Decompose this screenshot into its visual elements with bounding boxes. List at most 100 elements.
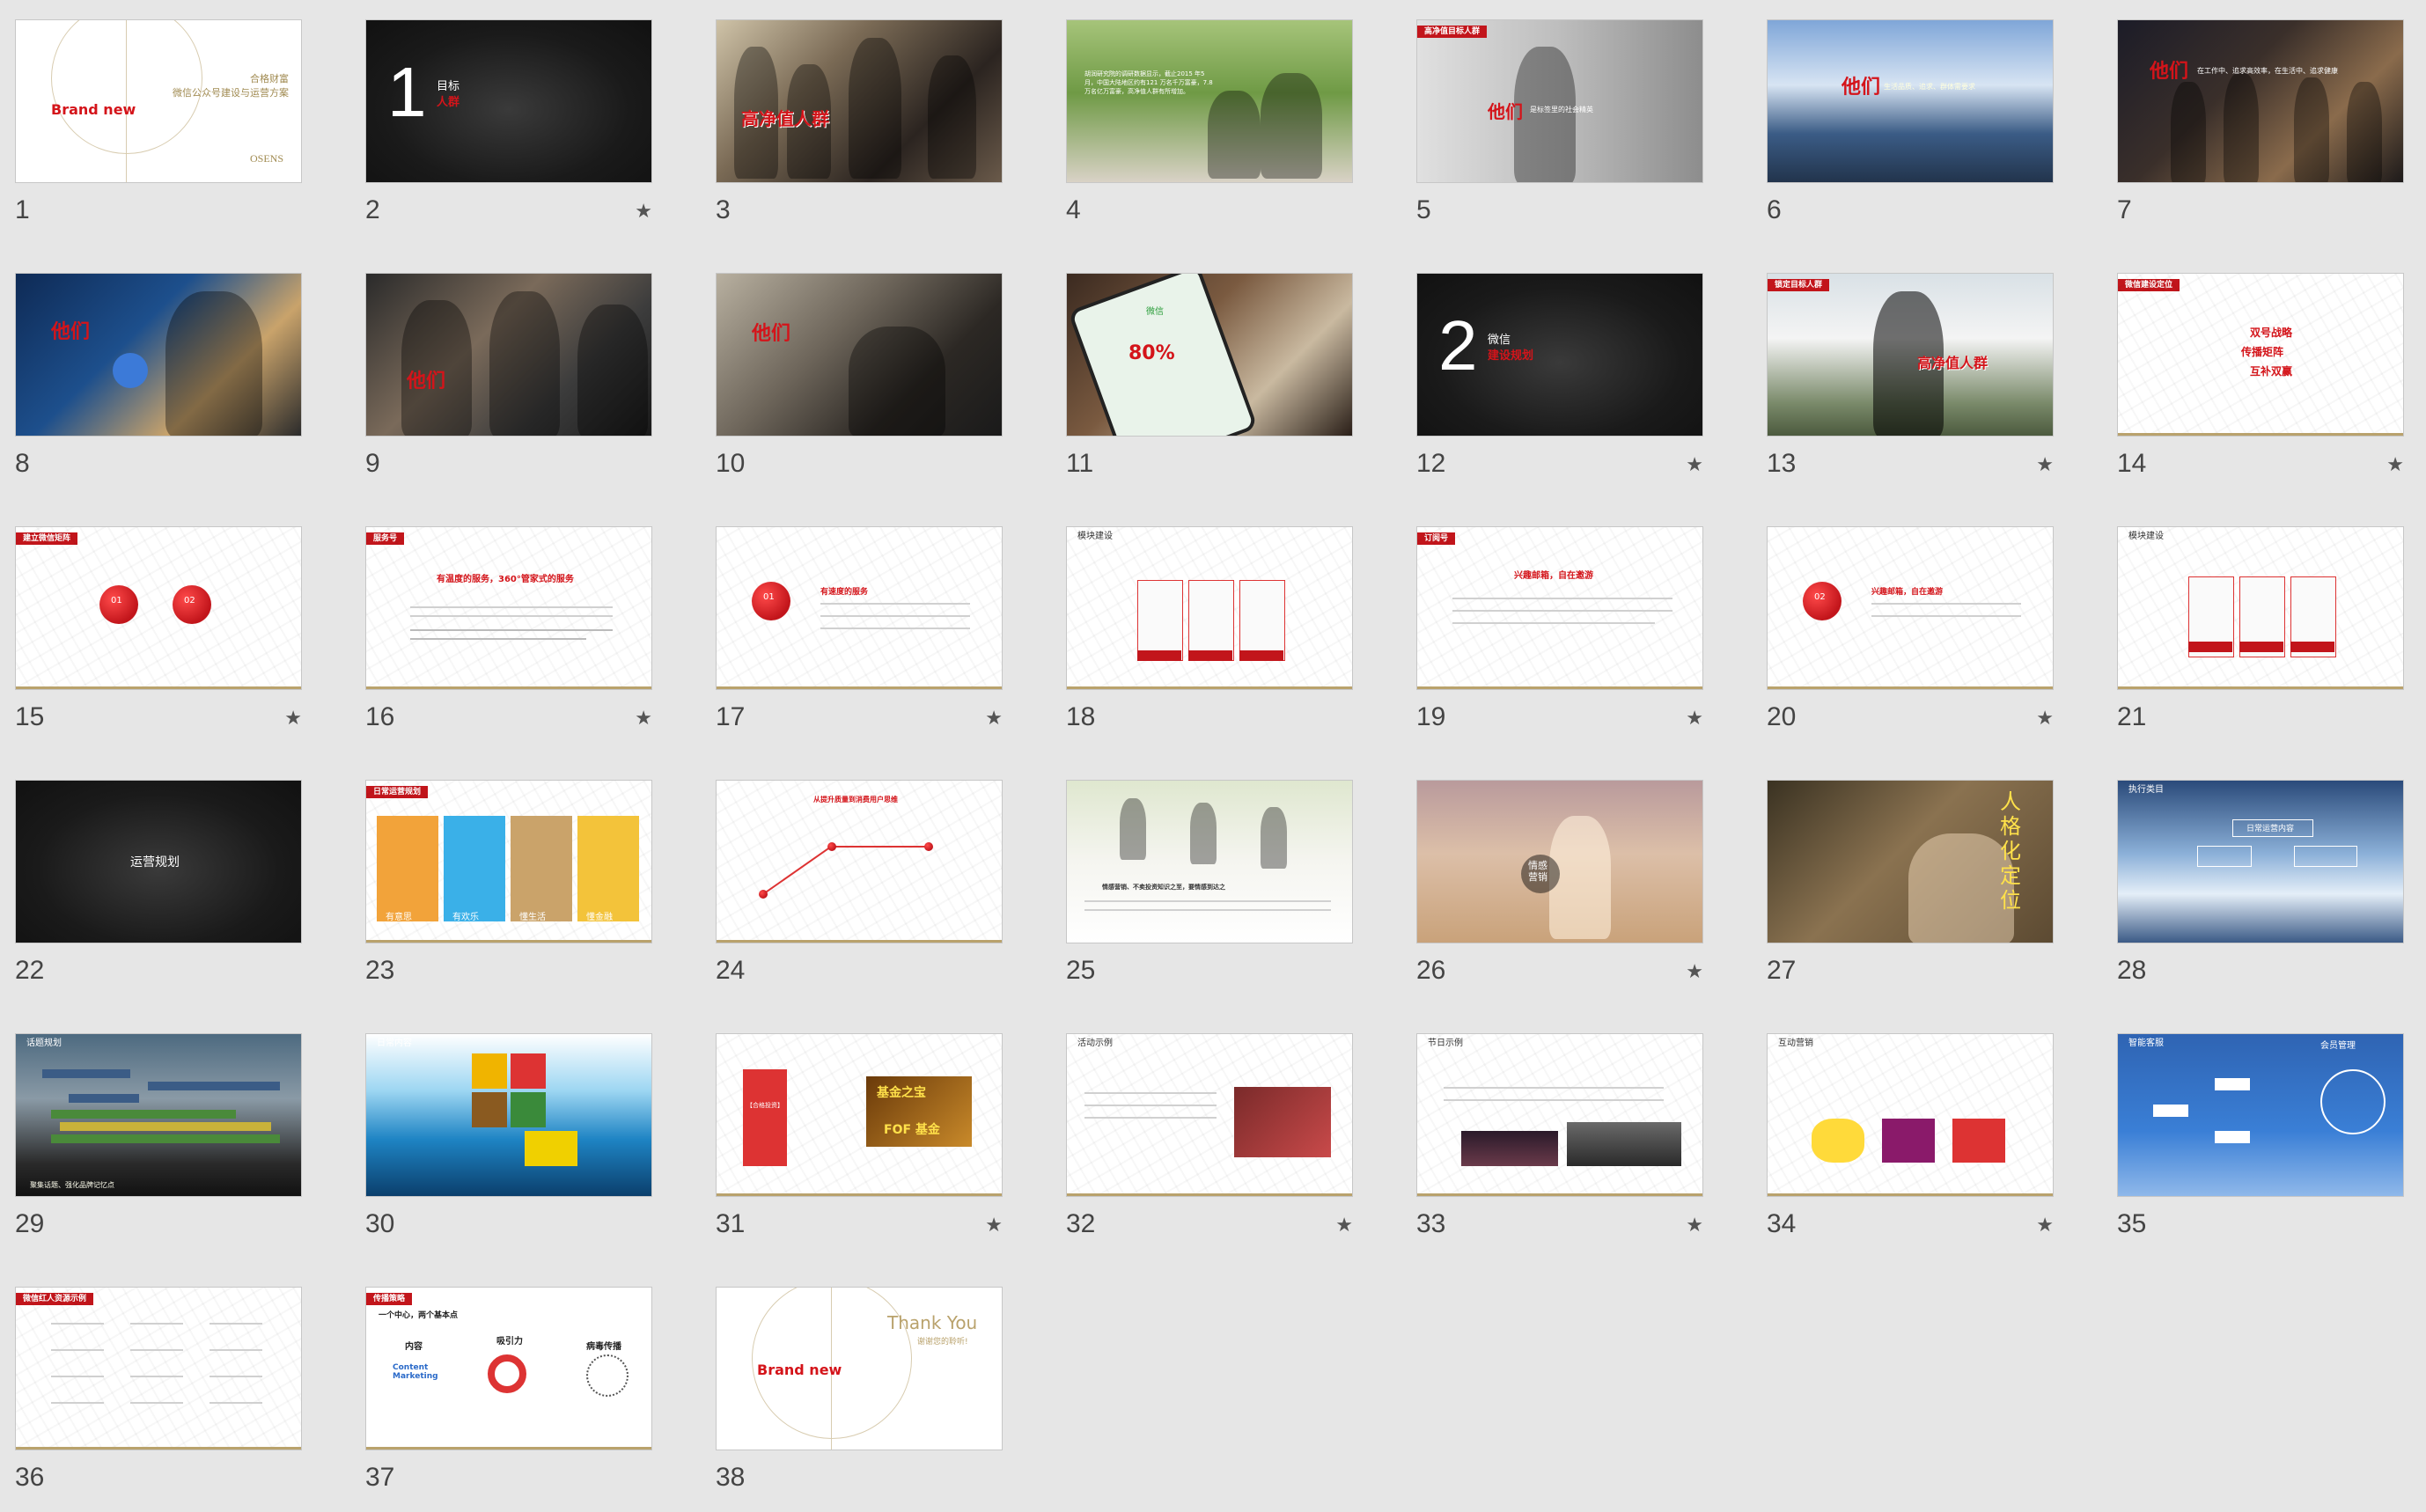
slide-thumbnail-image[interactable]: 建立微信矩阵0102 (15, 526, 302, 690)
slide-thumbnail-item[interactable]: 02 兴趣邮箱，自在邀游 20 ★ (1767, 526, 2054, 746)
slide-thumbnail-image[interactable]: 02 兴趣邮箱，自在邀游 (1767, 526, 2054, 690)
slide-thumbnail-item[interactable]: 2 微信 建设规划 12 ★ (1416, 273, 1703, 493)
slide-thumbnail-image[interactable]: 他们 (15, 273, 302, 437)
slide-thumbnail-item[interactable]: 人格化定位 27 (1767, 780, 2054, 1000)
slide-thumbnail-image[interactable]: 互动营销 (1767, 1033, 2054, 1197)
slide-thumbnail-image[interactable]: 执行类目 日常运营内容 (2117, 780, 2404, 943)
module-button (1188, 650, 1232, 661)
slide-thumbnail-image[interactable]: 内容示例【合格投资】基金之宝FOF 基金 (716, 1033, 1003, 1197)
slide-thumbnail-image[interactable]: 他们 生活品质、追求、群体需要求 (1767, 19, 2054, 183)
slide-thumbnail-item[interactable]: 互动营销 34 ★ (1767, 1033, 2054, 1253)
slide-thumbnail-image[interactable]: 模块建设 (1066, 526, 1353, 690)
slide-thumbnail-item[interactable]: 建立微信矩阵010215★ (15, 526, 302, 746)
footer-bar (366, 1447, 651, 1450)
slide-thumbnail-image[interactable]: 从提升质量到消费用户思维 (716, 780, 1003, 943)
slide-thumbnail-image[interactable]: 高净值人群 (716, 19, 1003, 183)
slide-thumbnail-image[interactable]: 高净值目标人群 他们 是标签里的社会精英 (1416, 19, 1703, 183)
slide-thumbnail-image[interactable]: 胡润研究院的调研数据显示，截止2015 年5月，中国大陆地区约有121 万名千万… (1066, 19, 1353, 183)
slide-thumbnail-image[interactable]: 运营规划 (15, 780, 302, 943)
slide-thumbnail-item[interactable]: 微信 80% 11 (1066, 273, 1353, 493)
slide-thumbnail-item[interactable]: 模块建设 18 (1066, 526, 1353, 746)
slide-thumbnail-image[interactable]: Brand new Thank You 谢谢您的聆听! (716, 1287, 1003, 1450)
slide-number: 11 (1066, 449, 1094, 478)
text-line (51, 1376, 104, 1377)
slide-thumbnail-image[interactable]: 他们 (365, 273, 652, 437)
gold-title: FOF 基金 (884, 1123, 940, 1137)
tree-node (2153, 1105, 2188, 1117)
slide-thumbnail-item[interactable]: 模块建设 21 (2117, 526, 2404, 746)
slide-thumbnail-image[interactable]: Brand new 合格财富 微信公众号建设与运营方案 OSENS (15, 19, 302, 183)
slide-thumbnail-image[interactable]: 微信建设定位双号战略传播矩阵互补双赢 (2117, 273, 2404, 437)
slide-thumbnail-image[interactable]: 2 微信 建设规划 (1416, 273, 1703, 437)
slide-thumbnail-item[interactable]: 1 目标 人群 2 ★ (365, 19, 652, 239)
slide-thumbnail-image[interactable]: 话题规划 聚集话题、强化品牌记忆点 (15, 1033, 302, 1197)
slide-thumbnail-item[interactable]: 他们 9 (365, 273, 652, 493)
slide-thumbnail-item[interactable]: 从提升质量到消费用户思维 24 (716, 780, 1003, 1000)
slide-headline: 从提升质量到消费用户思维 (813, 796, 898, 804)
slide-thumbnail-item[interactable]: 情感营销 26 ★ (1416, 780, 1703, 1000)
slide-thumbnail-item[interactable]: 锁定目标人群 高净值人群 13 ★ (1767, 273, 2054, 493)
slide-thumbnail-item[interactable]: 活动示例 32 ★ (1066, 1033, 1353, 1253)
slide-thumbnail-image[interactable]: 日常运营规划有意思有欢乐懂生活懂金融 (365, 780, 652, 943)
slide-thumbnail-image[interactable]: 他们 在工作中、追求高效率，在生活中、追求健康 (2117, 19, 2404, 183)
trend-line (831, 846, 928, 848)
slide-thumbnail-item[interactable]: 智能客服 会员管理 35 (2117, 1033, 2404, 1253)
vertical-headline: 人格化定位 (2000, 789, 2021, 913)
slide-thumbnail-item[interactable]: 情感营销、不卖投资知识之至，要情感到达之 25 (1066, 780, 1353, 1000)
slide-thumbnail-item[interactable]: 服务号有温度的服务，360°管家式的服务 16 ★ (365, 526, 652, 746)
slide-thumbnail-image[interactable]: 活动示例 (1066, 1033, 1353, 1197)
slide-thumbnail-item[interactable]: 01 有速度的服务 17 ★ (716, 526, 1003, 746)
slide-thumbnail-image[interactable]: 他们 (716, 273, 1003, 437)
slide-thumbnail-image[interactable]: 人格化定位 (1767, 780, 2054, 943)
slide-number: 22 (15, 956, 45, 985)
timeline-bar (69, 1094, 139, 1103)
text-line (1452, 598, 1672, 599)
slide-number: 32 (1066, 1209, 1096, 1238)
slide-thumbnail-item[interactable]: Brand new 合格财富 微信公众号建设与运营方案 OSENS 1 (15, 19, 302, 239)
slide-thumbnail-image[interactable]: 节日示例 (1416, 1033, 1703, 1197)
slide-thumbnail-item[interactable]: 内容示例【合格投资】基金之宝FOF 基金31★ (716, 1033, 1003, 1253)
slide-headline: 他们 (407, 371, 446, 393)
slide-number: 35 (2117, 1209, 2147, 1238)
viral-ring (586, 1354, 629, 1397)
percent-stat: 80% (1128, 342, 1175, 364)
slide-thumbnail-item[interactable]: 他们 生活品质、追求、群体需要求 6 (1767, 19, 2054, 239)
slide-thumbnail-item[interactable]: 传播策略 一个中心，两个基本点 内容 吸引力 病毒传播 Content Marketing… (365, 1287, 652, 1507)
slide-thumbnail-item[interactable]: 微信红人资源示例 36 (15, 1287, 302, 1507)
slide-thumbnail-item[interactable]: 日常内容 30 (365, 1033, 652, 1253)
slide-thumbnail-image[interactable]: 订阅号兴趣邮箱，自在邀游 (1416, 526, 1703, 690)
slide-thumbnail-item[interactable]: 他们 10 (716, 273, 1003, 493)
slide-thumbnail-item[interactable]: 执行类目 日常运营内容 28 (2117, 780, 2404, 1000)
slide-thumbnail-item[interactable]: 节日示例 33 ★ (1416, 1033, 1703, 1253)
text-line (410, 606, 613, 608)
footer-bar (717, 940, 1002, 943)
slide-thumbnail-image[interactable]: 情感营销 (1416, 780, 1703, 943)
person-figure (165, 291, 262, 436)
slide-thumbnail-image[interactable]: 情感营销、不卖投资知识之至，要情感到达之 (1066, 780, 1353, 943)
slide-thumbnail-item[interactable]: 高净值目标人群 他们 是标签里的社会精英 5 (1416, 19, 1703, 239)
slide-thumbnail-item[interactable]: 胡润研究院的调研数据显示，截止2015 年5月，中国大陆地区约有121 万名千万… (1066, 19, 1353, 239)
slide-thumbnail-item[interactable]: 话题规划 聚集话题、强化品牌记忆点 29 (15, 1033, 302, 1253)
slide-thumbnail-image[interactable]: 传播策略 一个中心，两个基本点 内容 吸引力 病毒传播 Content Marketing (365, 1287, 652, 1450)
slide-thumbnail-item[interactable]: Brand new Thank You 谢谢您的聆听! 38 (716, 1287, 1003, 1507)
slide-thumbnail-item[interactable]: 运营规划 22 (15, 780, 302, 1000)
slide-thumbnail-item[interactable]: 微信建设定位双号战略传播矩阵互补双赢14★ (2117, 273, 2404, 493)
slide-thumbnail-image[interactable]: 微信 80% (1066, 273, 1353, 437)
slide-thumbnail-image[interactable]: 日常内容 (365, 1033, 652, 1197)
slide-thumbnail-item[interactable]: 日常运营规划有意思有欢乐懂生活懂金融23 (365, 780, 652, 1000)
slide-thumbnail-image[interactable]: 模块建设 (2117, 526, 2404, 690)
slide-thumbnail-image[interactable]: 微信红人资源示例 (15, 1287, 302, 1450)
slide-thumbnail-image[interactable]: 锁定目标人群 高净值人群 (1767, 273, 2054, 437)
slide-thumbnail-item[interactable]: 他们 在工作中、追求高效率，在生活中、追求健康 7 (2117, 19, 2404, 239)
footer-bar (717, 686, 1002, 689)
slide-thumbnail-image[interactable]: 智能客服 会员管理 (2117, 1033, 2404, 1197)
slide-thumbnail-item[interactable]: 高净值人群 3 (716, 19, 1003, 239)
star-icon: ★ (635, 201, 652, 223)
slide-thumbnail-image[interactable]: 服务号有温度的服务，360°管家式的服务 (365, 526, 652, 690)
slide-number: 38 (716, 1463, 746, 1492)
slide-thumbnail-image[interactable]: 01 有速度的服务 (716, 526, 1003, 690)
content-card (511, 1053, 546, 1089)
slide-thumbnail-item[interactable]: 订阅号兴趣邮箱，自在邀游 19 ★ (1416, 526, 1703, 746)
slide-thumbnail-item[interactable]: 他们 8 (15, 273, 302, 493)
slide-thumbnail-image[interactable]: 1 目标 人群 (365, 19, 652, 183)
